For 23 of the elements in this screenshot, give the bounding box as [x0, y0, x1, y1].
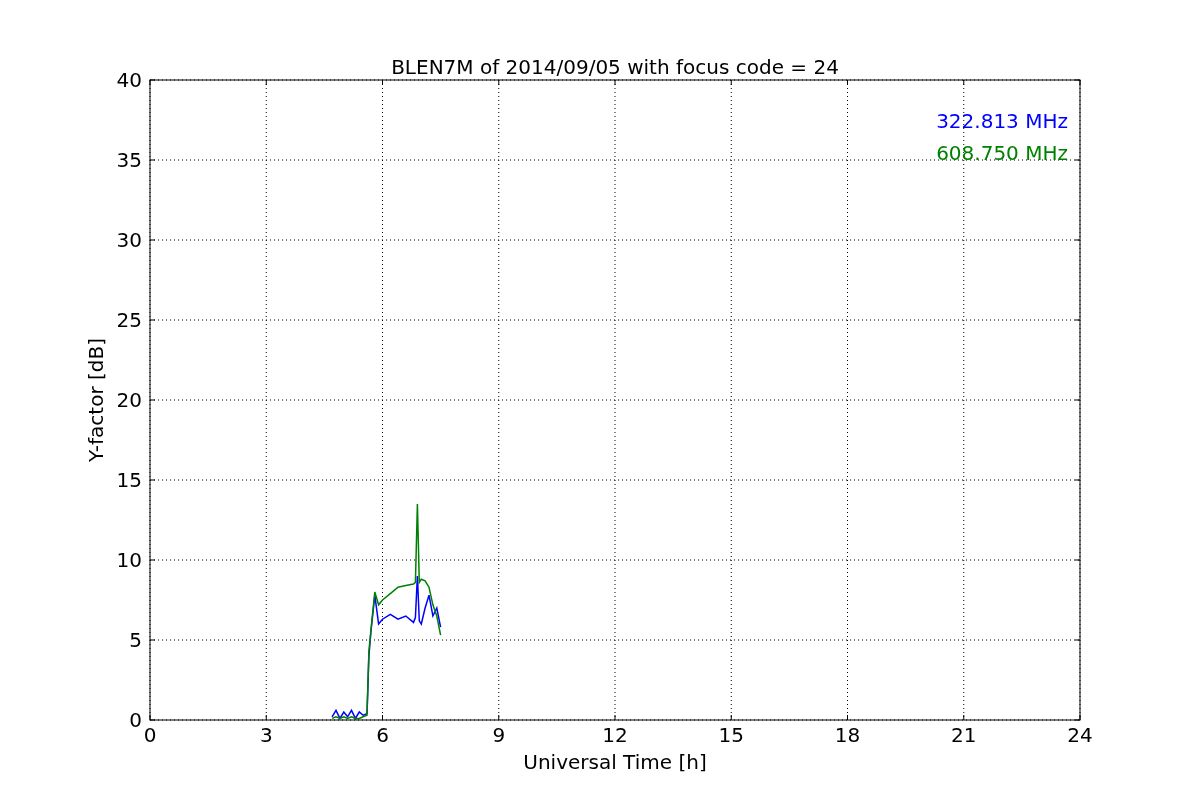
legend-label: 322.813 MHz [936, 109, 1068, 133]
chart-title: BLEN7M of 2014/09/05 with focus code = 24 [391, 55, 839, 79]
tick-label: 10 [116, 548, 142, 572]
tick-label: 6 [376, 723, 389, 747]
tick-label: 24 [1067, 723, 1093, 747]
tick-label: 20 [116, 388, 142, 412]
y-axis-label: Y-factor [dB] [84, 338, 108, 462]
tick-label: 15 [116, 468, 142, 492]
tick-label: 0 [143, 723, 157, 747]
tick-label: 9 [492, 723, 506, 747]
tick-label: 12 [602, 723, 628, 747]
tick-label: 25 [116, 308, 142, 332]
tick-label: 5 [129, 628, 142, 652]
tick-label: 15 [718, 723, 744, 747]
tick-label: 18 [834, 723, 861, 747]
tick-label: 40 [116, 68, 142, 92]
tick-label: 3 [259, 723, 273, 747]
x-axis-label: Universal Time [h] [523, 750, 707, 774]
tick-label: 35 [116, 148, 142, 172]
tick-label: 0 [129, 708, 142, 732]
tick-label: 21 [951, 723, 977, 747]
legend-label: 608.750 MHz [936, 141, 1068, 165]
tick-label: 30 [116, 228, 142, 252]
